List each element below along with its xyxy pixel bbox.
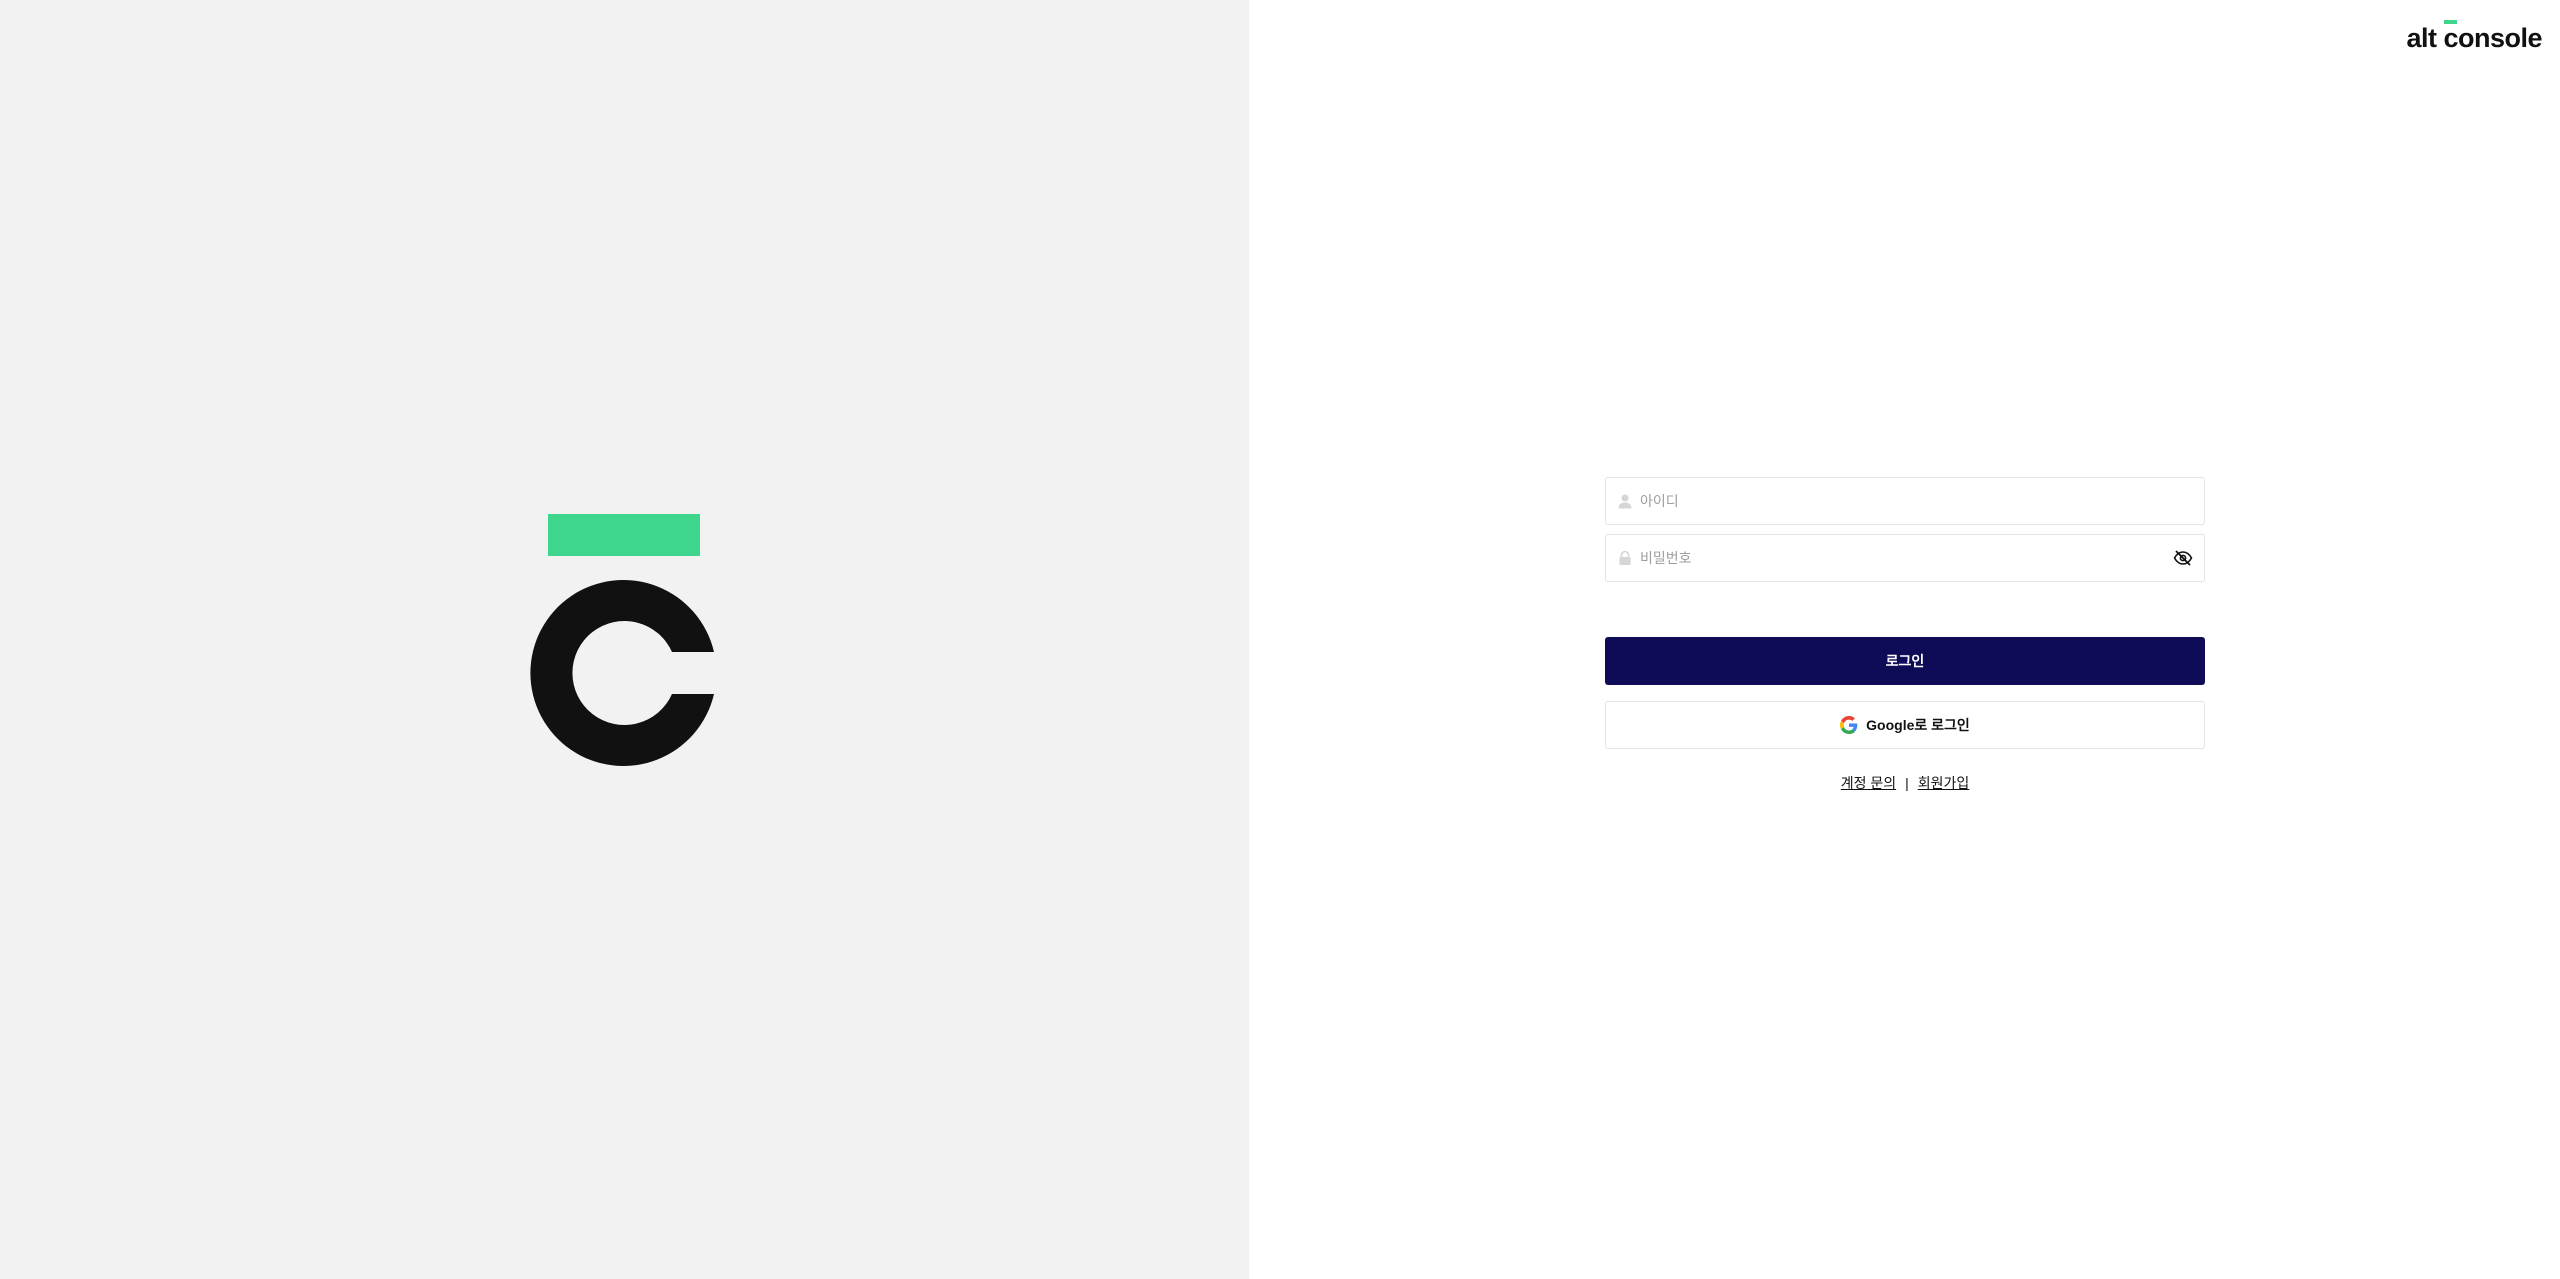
brand-mark-c: [530, 580, 714, 766]
id-field: [1605, 477, 2205, 525]
id-input[interactable]: [1640, 478, 2194, 524]
google-icon: [1840, 716, 1858, 734]
auth-links: 계정 문의 | 회원가입: [1605, 773, 2205, 793]
left-brand-panel: [0, 0, 1249, 1279]
login-button[interactable]: 로그인: [1605, 637, 2205, 685]
brand-logo-mark: [530, 514, 720, 766]
lock-icon: [1616, 549, 1634, 567]
login-form: 로그인 Google로 로그인 계정 문의 | 회원가입: [1605, 477, 2205, 793]
logo-word-console: console: [2443, 20, 2542, 53]
eye-off-icon[interactable]: [2172, 547, 2194, 569]
brand-mark-bar: [548, 514, 700, 556]
user-icon: [1616, 492, 1634, 510]
password-field: [1605, 534, 2205, 582]
alt-console-logo[interactable]: alt console: [2406, 18, 2542, 52]
signup-link[interactable]: 회원가입: [1918, 773, 1970, 793]
account-inquiry-link[interactable]: 계정 문의: [1841, 773, 1896, 793]
links-separator: |: [1905, 775, 1909, 791]
logo-word-alt: alt: [2406, 23, 2437, 53]
password-input[interactable]: [1640, 535, 2172, 581]
google-login-button[interactable]: Google로 로그인: [1605, 701, 2205, 749]
google-login-label: Google로 로그인: [1866, 717, 1970, 733]
